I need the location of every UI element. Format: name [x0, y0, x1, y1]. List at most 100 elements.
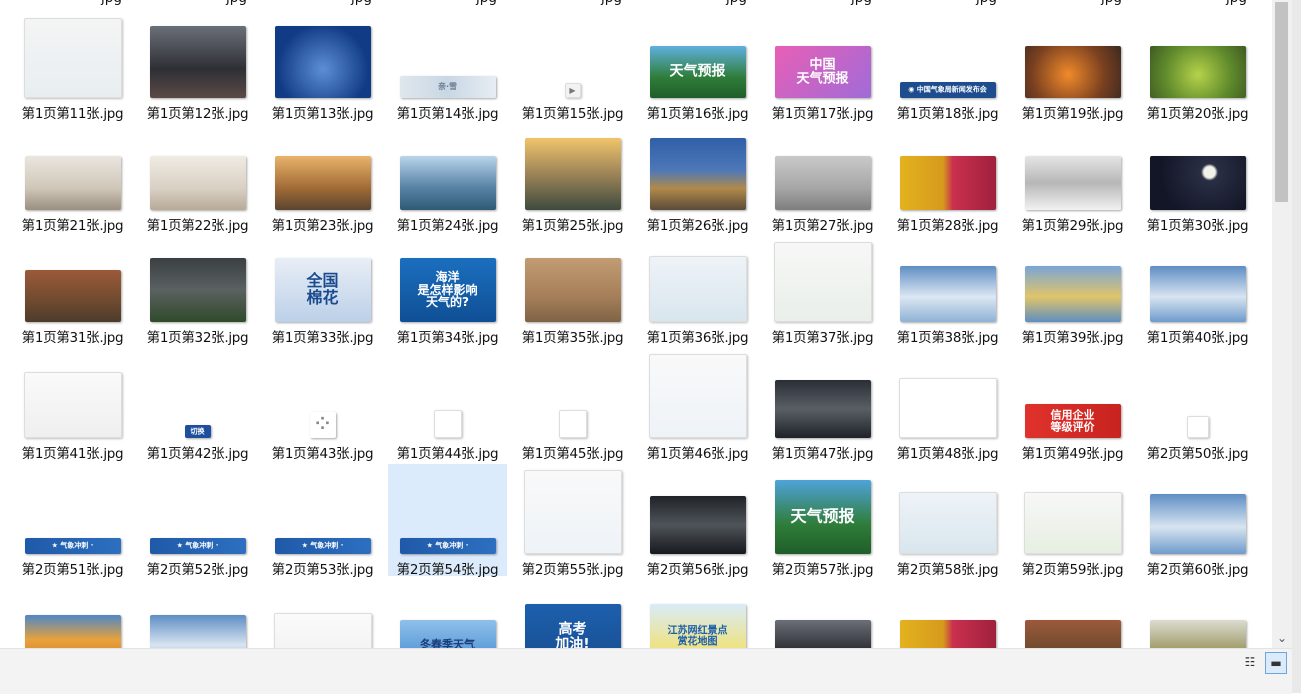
- thumbnail-frame: [1138, 348, 1257, 438]
- file-item[interactable]: 第1页第41张.jpg: [13, 348, 132, 462]
- file-item[interactable]: ★ 气象冲刺 · 第2页第53张.jpg: [263, 464, 382, 578]
- file-item[interactable]: [1013, 580, 1132, 648]
- file-item[interactable]: 海洋 是怎样影响 天气的? 第1页第34张.jpg: [388, 232, 507, 346]
- thumbnail-frame: [1013, 8, 1132, 98]
- file-item[interactable]: 第1页第46张.jpg: [638, 348, 757, 462]
- file-item[interactable]: 第1页第23张.jpg: [263, 120, 382, 234]
- file-item[interactable]: 第1页第28张.jpg: [888, 120, 1007, 234]
- file-item[interactable]: ▶ 第1页第15张.jpg: [513, 8, 632, 122]
- file-item[interactable]: 中国 天气预报 第1页第17张.jpg: [763, 8, 882, 122]
- file-item[interactable]: 第1页第39张.jpg: [1013, 232, 1132, 346]
- file-item[interactable]: 第2页第55张.jpg: [513, 464, 632, 578]
- scrollbar-thumb[interactable]: [1275, 2, 1288, 202]
- file-name-label: 第2页第56张.jpg: [646, 562, 749, 578]
- details-view-icon[interactable]: ☷: [1240, 652, 1260, 672]
- file-name-label-cut: jpg: [976, 0, 997, 6]
- thumbnail-image: [774, 380, 871, 438]
- file-name-label: 第2页第59张.jpg: [1021, 562, 1124, 578]
- file-item[interactable]: 第1页第37张.jpg: [763, 232, 882, 346]
- file-item[interactable]: 第1页第21张.jpg: [13, 120, 132, 234]
- file-item[interactable]: 第1页第48张.jpg: [888, 348, 1007, 462]
- file-name-label: 第1页第46张.jpg: [646, 446, 749, 462]
- thumbnail-text: ★ 气象冲刺 ·: [176, 541, 219, 550]
- file-item[interactable]: [13, 580, 132, 648]
- file-item[interactable]: [138, 580, 257, 648]
- file-name-label: 第1页第14张.jpg: [396, 106, 499, 122]
- thumbnail-image: [1149, 620, 1246, 648]
- scroll-down-arrow-icon[interactable]: ⌄: [1272, 628, 1292, 648]
- file-item[interactable]: 第1页第30张.jpg: [1138, 120, 1257, 234]
- thumbnail-frame: [13, 120, 132, 210]
- file-item[interactable]: 第2页第58张.jpg: [888, 464, 1007, 578]
- file-name-label-cut: jpg: [476, 0, 497, 6]
- file-item[interactable]: 第1页第47张.jpg: [763, 348, 882, 462]
- thumbnail-frame: [888, 464, 1007, 554]
- file-item[interactable]: 第1页第35张.jpg: [513, 232, 632, 346]
- thumbnail-frame: ★ 气象冲刺 ·: [13, 464, 132, 554]
- file-item[interactable]: 第1页第40张.jpg: [1138, 232, 1257, 346]
- thumbnail-image: [1024, 46, 1121, 98]
- file-name-label: 第1页第13张.jpg: [271, 106, 374, 122]
- thumbnail-frame: 全国 棉花: [263, 232, 382, 322]
- file-grid: 第1页第11张.jpg 第1页第12张.jpg 第1页第13张.jpg 亲·雪 第1页第…: [0, 0, 1272, 648]
- file-item[interactable]: 江苏网红景点 赏花地图: [638, 580, 757, 648]
- file-item[interactable]: ◉ 中国气象局新闻发布会 第1页第18张.jpg: [888, 8, 1007, 122]
- file-item[interactable]: 第1页第29张.jpg: [1013, 120, 1132, 234]
- file-item[interactable]: 第1页第22张.jpg: [138, 120, 257, 234]
- file-item[interactable]: 第1页第11张.jpg: [13, 8, 132, 122]
- vertical-scrollbar[interactable]: ⌄: [1272, 0, 1292, 648]
- thumbnail-image: [149, 156, 246, 210]
- thumbnail-frame: 天气预报: [638, 8, 757, 98]
- file-item[interactable]: 第2页第59张.jpg: [1013, 464, 1132, 578]
- file-item[interactable]: 全国 棉花 第1页第33张.jpg: [263, 232, 382, 346]
- thumbnail-frame: ⁘: [263, 348, 382, 438]
- file-item[interactable]: 信用企业 等级评价 第1页第49张.jpg: [1013, 348, 1132, 462]
- file-item[interactable]: 冬春季天气: [388, 580, 507, 648]
- file-item[interactable]: 第1页第12张.jpg: [138, 8, 257, 122]
- file-item[interactable]: 第1页第36张.jpg: [638, 232, 757, 346]
- file-item[interactable]: ★ 气象冲刺 · 第2页第52张.jpg: [138, 464, 257, 578]
- file-item[interactable]: 天气预报 第1页第16张.jpg: [638, 8, 757, 122]
- thumbnail-frame: [13, 8, 132, 98]
- file-item[interactable]: 第2页第50张.jpg: [1138, 348, 1257, 462]
- file-item[interactable]: 第1页第45张.jpg: [513, 348, 632, 462]
- file-item[interactable]: ★ 气象冲刺 · 第2页第51张.jpg: [13, 464, 132, 578]
- file-item[interactable]: 第1页第20张.jpg: [1138, 8, 1257, 122]
- file-item[interactable]: 第1页第24张.jpg: [388, 120, 507, 234]
- thumbnail-frame: [888, 348, 1007, 438]
- thumbnail-frame: [1013, 232, 1132, 322]
- file-item[interactable]: 第2页第56张.jpg: [638, 464, 757, 578]
- file-item[interactable]: 第1页第32张.jpg: [138, 232, 257, 346]
- file-item[interactable]: 第1页第38张.jpg: [888, 232, 1007, 346]
- large-icons-view-icon[interactable]: ▬: [1265, 652, 1287, 674]
- file-item[interactable]: ★ 气象冲刺 · 第2页第54张.jpg: [388, 464, 507, 578]
- file-name-label: 第1页第49张.jpg: [1021, 446, 1124, 462]
- file-item[interactable]: 第1页第19张.jpg: [1013, 8, 1132, 122]
- file-item[interactable]: [263, 580, 382, 648]
- thumbnail-frame: [638, 348, 757, 438]
- file-item[interactable]: 亲·雪 第1页第14张.jpg: [388, 8, 507, 122]
- file-item[interactable]: 切换 第1页第42张.jpg: [138, 348, 257, 462]
- thumbnail-image: ★ 气象冲刺 ·: [274, 538, 371, 554]
- file-item[interactable]: [763, 580, 882, 648]
- file-item[interactable]: 第1页第25张.jpg: [513, 120, 632, 234]
- file-name-label: 第1页第20张.jpg: [1146, 106, 1249, 122]
- file-item[interactable]: 第2页第60张.jpg: [1138, 464, 1257, 578]
- file-item[interactable]: 第1页第13张.jpg: [263, 8, 382, 122]
- thumbnail-image: [1149, 266, 1246, 322]
- thumbnail-image: 全国 棉花: [274, 258, 371, 322]
- file-item[interactable]: 第1页第44张.jpg: [388, 348, 507, 462]
- thumbnail-frame: [1138, 8, 1257, 98]
- file-item[interactable]: 第1页第27张.jpg: [763, 120, 882, 234]
- thumbnail-text: 高考 加油!: [555, 621, 590, 648]
- thumbnail-image: [649, 138, 746, 210]
- file-item[interactable]: 第1页第31张.jpg: [13, 232, 132, 346]
- file-item[interactable]: 第1页第26张.jpg: [638, 120, 757, 234]
- file-item[interactable]: [1138, 580, 1257, 648]
- thumbnail-text: 江苏网红景点 赏花地图: [667, 625, 728, 647]
- file-name-label: 第1页第32张.jpg: [146, 330, 249, 346]
- file-item[interactable]: 天气预报 第2页第57张.jpg: [763, 464, 882, 578]
- file-item[interactable]: 高考 加油!: [513, 580, 632, 648]
- file-item[interactable]: [888, 580, 1007, 648]
- file-item[interactable]: ⁘ 第1页第43张.jpg: [263, 348, 382, 462]
